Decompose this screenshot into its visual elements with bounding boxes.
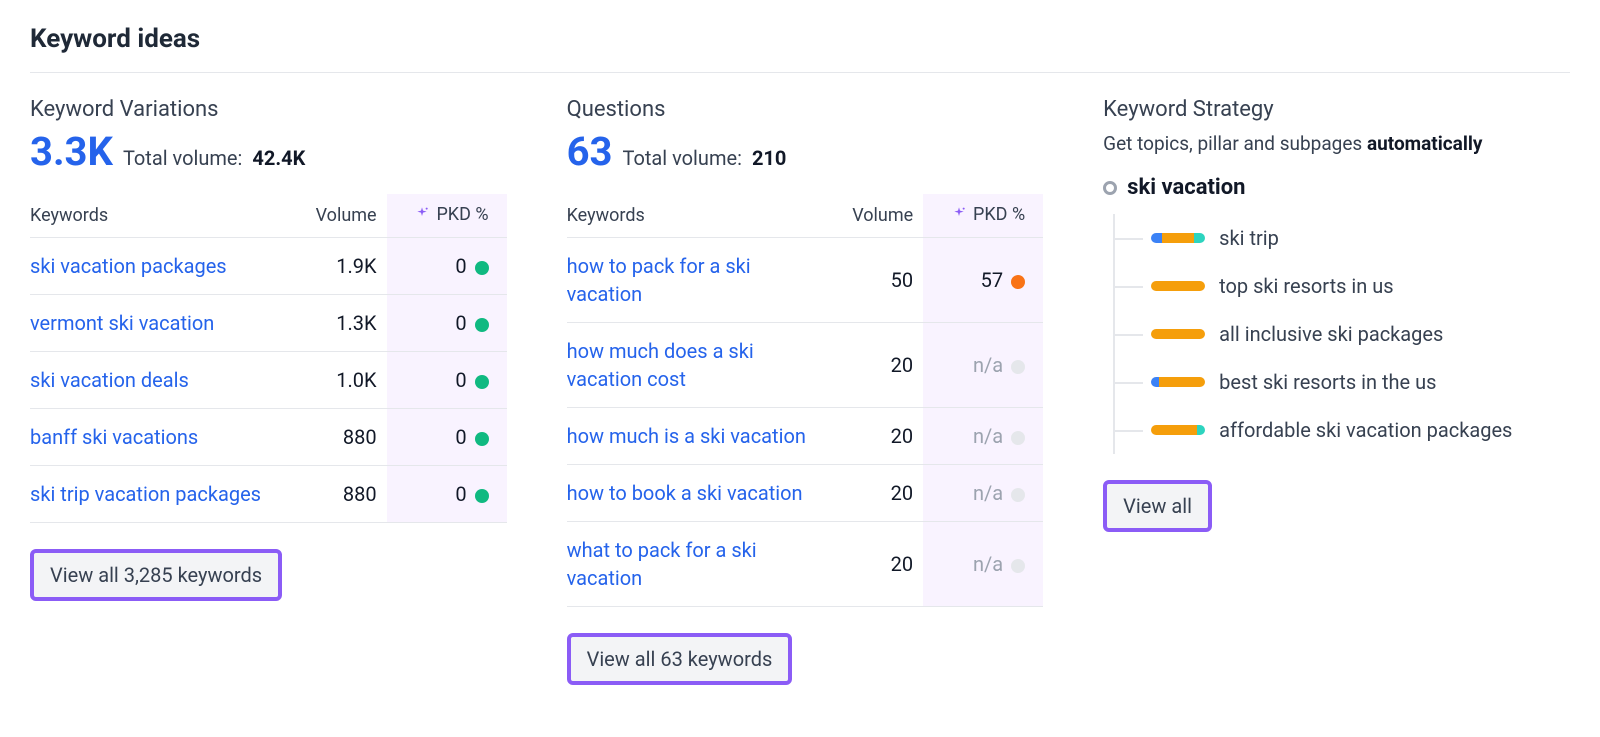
volume-value: 20	[833, 465, 923, 522]
keyword-link[interactable]: ski vacation deals	[30, 352, 297, 409]
keyword-link[interactable]: ski vacation packages	[30, 238, 297, 295]
strategy-item[interactable]: affordable ski vacation packages	[1151, 406, 1570, 454]
strategy-item[interactable]: ski trip	[1151, 214, 1570, 262]
volume-value: 1.9K	[297, 238, 387, 295]
view-all-questions-button[interactable]: View all 63 keywords	[567, 633, 793, 685]
volume-value: 880	[297, 409, 387, 466]
questions-table: Keywords Volume PKD % how to pack for a …	[567, 194, 1044, 607]
difficulty-dot-icon	[475, 489, 489, 503]
intent-bar-icon	[1151, 233, 1205, 243]
keyword-strategy-section: Keyword Strategy Get topics, pillar and …	[1103, 97, 1570, 532]
keyword-link[interactable]: how to book a ski vacation	[567, 465, 834, 522]
difficulty-dot-icon	[475, 375, 489, 389]
page-title: Keyword ideas	[30, 24, 1570, 54]
intent-bar-icon	[1151, 377, 1205, 387]
table-row: what to pack for a ski vacation20n/a	[567, 522, 1044, 607]
strategy-item-label: best ski resorts in the us	[1219, 370, 1436, 394]
volume-value: 880	[297, 466, 387, 523]
variations-total-label: Total volume:	[123, 146, 242, 170]
volume-value: 20	[833, 522, 923, 607]
difficulty-dot-icon	[1011, 559, 1025, 573]
volume-value: 1.3K	[297, 295, 387, 352]
col-header-pkd[interactable]: PKD %	[923, 194, 1043, 238]
difficulty-dot-icon	[1011, 275, 1025, 289]
keyword-link[interactable]: how to pack for a ski vacation	[567, 238, 834, 323]
pkd-value: n/a	[923, 323, 1043, 408]
strategy-item-label: ski trip	[1219, 226, 1279, 250]
keyword-link[interactable]: ski trip vacation packages	[30, 466, 297, 523]
radio-icon	[1103, 181, 1117, 195]
questions-title: Questions	[567, 97, 1044, 122]
keyword-link[interactable]: vermont ski vacation	[30, 295, 297, 352]
volume-value: 1.0K	[297, 352, 387, 409]
strategy-item-label: affordable ski vacation packages	[1219, 418, 1512, 442]
table-row: banff ski vacations8800	[30, 409, 507, 466]
variations-count: 3.3K	[30, 132, 113, 172]
sparkle-icon	[951, 206, 967, 227]
pkd-value: 57	[923, 238, 1043, 323]
col-header-volume[interactable]: Volume	[833, 194, 923, 238]
difficulty-dot-icon	[475, 318, 489, 332]
volume-value: 20	[833, 323, 923, 408]
pkd-value: 0	[387, 409, 507, 466]
table-row: ski vacation packages1.9K0	[30, 238, 507, 295]
col-header-volume[interactable]: Volume	[297, 194, 387, 238]
keyword-link[interactable]: how much does a ski vacation cost	[567, 323, 834, 408]
variations-total-value: 42.4K	[252, 146, 305, 170]
difficulty-dot-icon	[475, 432, 489, 446]
pkd-value: 0	[387, 466, 507, 523]
sparkle-icon	[414, 206, 430, 227]
keyword-variations-section: Keyword Variations 3.3K Total volume: 42…	[30, 97, 507, 601]
difficulty-dot-icon	[1011, 488, 1025, 502]
view-all-strategy-button[interactable]: View all	[1103, 480, 1212, 532]
difficulty-dot-icon	[1011, 431, 1025, 445]
table-row: ski trip vacation packages8800	[30, 466, 507, 523]
strategy-root-label: ski vacation	[1127, 175, 1245, 200]
questions-total-label: Total volume:	[622, 146, 741, 170]
strategy-subtitle: Get topics, pillar and subpages automati…	[1103, 132, 1570, 155]
intent-bar-icon	[1151, 281, 1205, 291]
table-row: how much is a ski vacation20n/a	[567, 408, 1044, 465]
keyword-link[interactable]: how much is a ski vacation	[567, 408, 834, 465]
difficulty-dot-icon	[1011, 360, 1025, 374]
questions-section: Questions 63 Total volume: 210 Keywords …	[567, 97, 1044, 685]
strategy-title: Keyword Strategy	[1103, 97, 1570, 122]
table-row: ski vacation deals1.0K0	[30, 352, 507, 409]
table-row: vermont ski vacation1.3K0	[30, 295, 507, 352]
col-header-pkd[interactable]: PKD %	[387, 194, 507, 238]
intent-bar-icon	[1151, 329, 1205, 339]
questions-total-value: 210	[752, 146, 786, 170]
table-row: how to pack for a ski vacation5057	[567, 238, 1044, 323]
strategy-item[interactable]: best ski resorts in the us	[1151, 358, 1570, 406]
table-row: how much does a ski vacation cost20n/a	[567, 323, 1044, 408]
pkd-value: n/a	[923, 522, 1043, 607]
questions-count: 63	[567, 132, 613, 172]
pkd-value: 0	[387, 238, 507, 295]
view-all-variations-button[interactable]: View all 3,285 keywords	[30, 549, 282, 601]
strategy-item[interactable]: all inclusive ski packages	[1151, 310, 1570, 358]
variations-table: Keywords Volume PKD % ski vacation packa…	[30, 194, 507, 523]
col-header-keywords[interactable]: Keywords	[567, 194, 834, 238]
divider	[30, 72, 1570, 73]
pkd-value: 0	[387, 295, 507, 352]
strategy-root[interactable]: ski vacation	[1103, 175, 1570, 200]
strategy-item-label: top ski resorts in us	[1219, 274, 1393, 298]
table-row: how to book a ski vacation20n/a	[567, 465, 1044, 522]
col-header-keywords[interactable]: Keywords	[30, 194, 297, 238]
pkd-value: n/a	[923, 408, 1043, 465]
variations-title: Keyword Variations	[30, 97, 507, 122]
strategy-item[interactable]: top ski resorts in us	[1151, 262, 1570, 310]
pkd-value: 0	[387, 352, 507, 409]
volume-value: 50	[833, 238, 923, 323]
keyword-link[interactable]: banff ski vacations	[30, 409, 297, 466]
intent-bar-icon	[1151, 425, 1205, 435]
strategy-item-label: all inclusive ski packages	[1219, 322, 1443, 346]
difficulty-dot-icon	[475, 261, 489, 275]
volume-value: 20	[833, 408, 923, 465]
keyword-link[interactable]: what to pack for a ski vacation	[567, 522, 834, 607]
pkd-value: n/a	[923, 465, 1043, 522]
